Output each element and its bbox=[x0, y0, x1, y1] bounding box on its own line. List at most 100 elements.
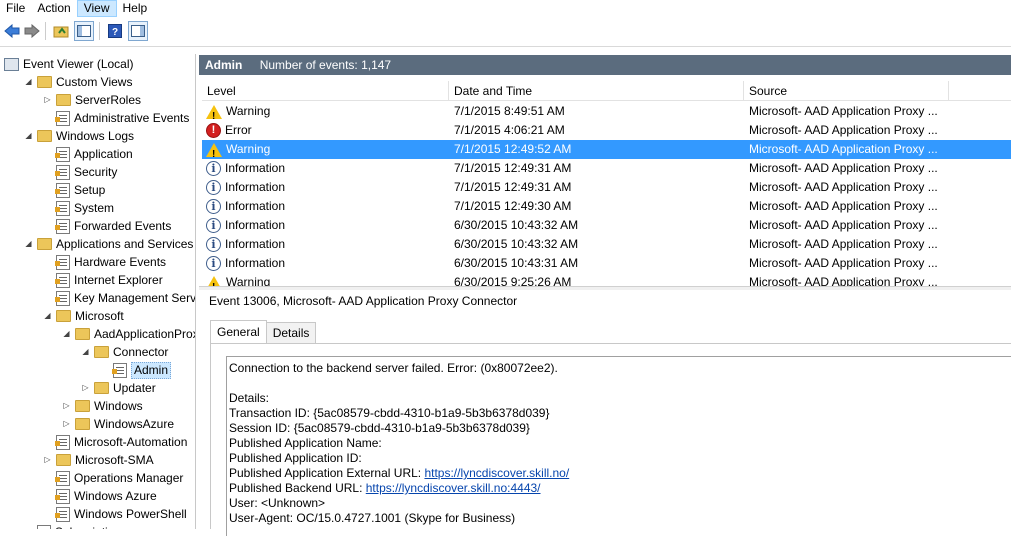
tree-item[interactable]: Event Viewer (Local) bbox=[4, 55, 134, 73]
collapsed-arrow-icon[interactable]: ▷ bbox=[61, 415, 72, 433]
tree-item-label: WindowsAzure bbox=[94, 417, 175, 431]
tree-item[interactable]: Internet Explorer bbox=[42, 271, 163, 289]
event-date: 7/1/2015 12:49:31 AM bbox=[454, 180, 572, 194]
message-line-text: Published Backend URL: bbox=[229, 481, 366, 495]
column-header-source[interactable]: Source bbox=[744, 81, 949, 101]
tree-item[interactable]: ◢ Applications and Services Lo bbox=[23, 235, 195, 253]
expanded-arrow-icon[interactable]: ◢ bbox=[42, 307, 53, 325]
tree-item[interactable]: Windows PowerShell bbox=[42, 505, 187, 523]
tab-general[interactable]: General bbox=[210, 320, 267, 344]
tree-item-label: Windows bbox=[94, 399, 143, 413]
column-header-level[interactable]: Level bbox=[202, 81, 449, 101]
tree-item[interactable]: ▷ ServerRoles bbox=[42, 91, 141, 109]
menu-action[interactable]: Action bbox=[31, 0, 76, 17]
message-line: Session ID: {5ac08579-cbdd-4310-b1a9-5b3… bbox=[229, 421, 1011, 436]
show-hide-console-tree-icon[interactable] bbox=[74, 21, 94, 41]
tree-item[interactable]: Setup bbox=[42, 181, 105, 199]
expanded-arrow-icon[interactable]: ◢ bbox=[23, 127, 34, 145]
tree-item[interactable]: Admin bbox=[99, 361, 172, 379]
event-source: Microsoft- AAD Application Proxy ... bbox=[749, 237, 938, 251]
tree-item[interactable]: ◢ AadApplicationProxy bbox=[61, 325, 195, 343]
tree-item[interactable]: Key Management Service bbox=[42, 289, 196, 307]
tree-item[interactable]: Microsoft-Automation bbox=[42, 433, 187, 451]
log-icon bbox=[55, 182, 70, 198]
show-hide-action-pane-icon[interactable] bbox=[128, 21, 148, 41]
tree-item[interactable]: Forwarded Events bbox=[42, 217, 171, 235]
collapsed-arrow-icon[interactable]: ▷ bbox=[42, 91, 53, 109]
menu-file[interactable]: File bbox=[0, 0, 31, 17]
expanded-arrow-icon[interactable]: ◢ bbox=[23, 73, 34, 91]
tree-item-label: Subscriptions bbox=[55, 523, 127, 529]
tree-item[interactable]: Subscriptions bbox=[23, 523, 127, 529]
general-tab-panel: Connection to the backend server failed.… bbox=[210, 343, 1011, 536]
event-row[interactable]: Error 7/1/2015 4:06:21 AM Microsoft- AAD A… bbox=[202, 121, 1011, 140]
event-row[interactable]: Warning 7/1/2015 8:49:51 AM Microsoft- AAD… bbox=[202, 102, 1011, 126]
log-icon bbox=[55, 200, 70, 216]
expanded-arrow-icon[interactable]: ◢ bbox=[80, 343, 91, 361]
tree-item[interactable]: Hardware Events bbox=[42, 253, 166, 271]
expanded-arrow-icon[interactable]: ◢ bbox=[61, 325, 72, 343]
event-source: Microsoft- AAD Application Proxy ... bbox=[749, 104, 938, 118]
tree-item[interactable]: ▷ Windows bbox=[61, 397, 143, 415]
expanded-arrow-icon[interactable]: ◢ bbox=[23, 235, 34, 253]
tree-item[interactable]: ▷ Microsoft-SMA bbox=[42, 451, 153, 469]
collapsed-arrow-icon[interactable]: ▷ bbox=[42, 451, 53, 469]
tree-item[interactable]: Operations Manager bbox=[42, 469, 183, 487]
collapsed-arrow-icon[interactable]: ▷ bbox=[61, 397, 72, 415]
event-row[interactable]: Information 6/30/2015 10:43:31 AM Microsof… bbox=[202, 254, 1011, 273]
event-count: Number of events: 1,147 bbox=[259, 58, 392, 72]
tab-details[interactable]: Details bbox=[265, 322, 317, 344]
url-link[interactable]: https://lyncdiscover.skill.no:4443/ bbox=[366, 481, 541, 495]
url-link[interactable]: https://lyncdiscover.skill.no/ bbox=[424, 466, 569, 480]
tree-item[interactable]: Windows Azure bbox=[42, 487, 157, 505]
event-row[interactable]: Information 6/30/2015 10:43:32 AM Microsof… bbox=[202, 235, 1011, 254]
tree-item[interactable]: Administrative Events bbox=[42, 109, 189, 127]
menu-help[interactable]: Help bbox=[117, 0, 154, 17]
tree-item[interactable]: ◢ Custom Views bbox=[23, 73, 132, 91]
event-level-text: Information bbox=[225, 256, 286, 270]
collapsed-arrow-icon[interactable]: ▷ bbox=[80, 379, 91, 397]
log-icon bbox=[55, 434, 70, 450]
event-row[interactable]: Information 6/30/2015 10:43:32 AM Microsof… bbox=[202, 216, 1011, 235]
event-level-text: Information bbox=[225, 199, 286, 213]
event-level-text: Error bbox=[225, 123, 252, 137]
help-icon[interactable]: ? bbox=[105, 21, 125, 41]
event-date: 6/30/2015 10:43:31 AM bbox=[454, 256, 579, 270]
event-row[interactable]: Information 7/1/2015 12:49:31 AM Microsoft… bbox=[202, 159, 1011, 178]
event-source: Microsoft- AAD Application Proxy ... bbox=[749, 218, 938, 232]
message-line: Transaction ID: {5ac08579-cbdd-4310-b1a9… bbox=[229, 406, 1011, 421]
tree-item[interactable]: ◢ Windows Logs bbox=[23, 127, 134, 145]
forward-arrow-icon[interactable] bbox=[22, 21, 42, 41]
event-row[interactable]: Warning 7/1/2015 12:49:52 AM Microsoft- AA… bbox=[202, 140, 1011, 164]
log-icon bbox=[112, 362, 127, 378]
event-row[interactable]: Warning 6/30/2015 9:25:26 AM Microsoft- AA… bbox=[202, 273, 1011, 286]
event-level: Information bbox=[206, 254, 285, 273]
tree-item[interactable]: ▷ Updater bbox=[80, 379, 155, 397]
message-line: Published Application ID: bbox=[229, 451, 1011, 466]
event-message[interactable]: Connection to the backend server failed.… bbox=[226, 356, 1011, 536]
tree-item-label: Key Management Service bbox=[74, 291, 196, 305]
tree-item[interactable]: Application bbox=[42, 145, 133, 163]
log-icon bbox=[37, 524, 51, 529]
column-header-date[interactable]: Date and Time bbox=[449, 81, 744, 101]
tree-item[interactable]: ▷ WindowsAzure bbox=[61, 415, 174, 433]
up-folder-icon[interactable] bbox=[51, 21, 71, 41]
tree-item[interactable]: ◢ Connector bbox=[80, 343, 168, 361]
event-source: Microsoft- AAD Application Proxy ... bbox=[749, 180, 938, 194]
message-line: User-Agent: OC/15.0.4727.1001 (Skype for… bbox=[229, 511, 1011, 526]
menu-view[interactable]: View bbox=[76, 0, 117, 17]
event-level: Warning bbox=[206, 140, 270, 164]
tree-item[interactable]: Security bbox=[42, 163, 117, 181]
back-arrow-icon[interactable] bbox=[2, 21, 22, 41]
tree-item[interactable]: System bbox=[42, 199, 114, 217]
event-row[interactable]: Information 7/1/2015 12:49:30 AM Microsoft… bbox=[202, 197, 1011, 216]
info-icon bbox=[206, 197, 221, 216]
event-row[interactable]: Information 7/1/2015 12:49:31 AM Microsoft… bbox=[202, 178, 1011, 197]
tree-item[interactable]: ◢ Microsoft bbox=[42, 307, 123, 325]
message-line-text: User-Agent: OC/15.0.4727.1001 (Skype for… bbox=[229, 511, 516, 525]
folder-icon bbox=[37, 76, 52, 88]
